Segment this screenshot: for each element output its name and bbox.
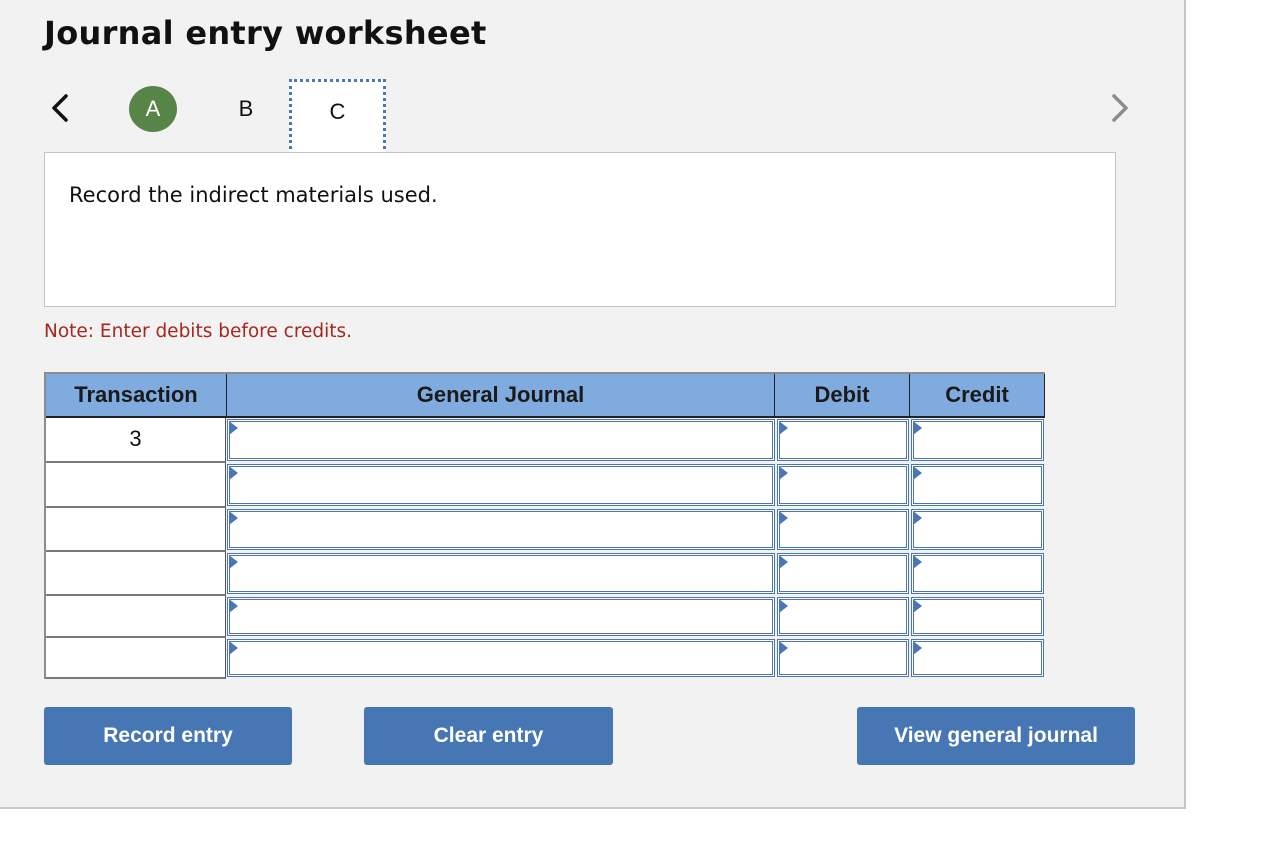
note-text: Note: Enter debits before credits. <box>44 321 353 342</box>
dropdown-marker-icon <box>913 641 922 655</box>
column-header-credit: Credit <box>910 374 1045 418</box>
transaction-cell <box>46 596 226 638</box>
step-tab-c[interactable]: C <box>289 79 386 156</box>
dropdown-marker-icon <box>779 599 788 613</box>
account-input[interactable] <box>227 464 775 506</box>
dropdown-marker-icon <box>779 641 788 655</box>
dropdown-marker-icon <box>229 466 238 480</box>
transaction-cell <box>46 638 226 679</box>
table-row <box>46 638 1045 679</box>
record-entry-button[interactable]: Record entry <box>44 707 292 765</box>
dropdown-marker-icon <box>229 511 238 525</box>
dropdown-marker-icon <box>779 466 788 480</box>
dropdown-marker-icon <box>779 555 788 569</box>
view-general-journal-button[interactable]: View general journal <box>857 707 1135 765</box>
dropdown-marker-icon <box>913 555 922 569</box>
worksheet-panel: Journal entry worksheet A B C Record the… <box>0 0 1186 809</box>
step-tab-b[interactable]: B <box>222 86 270 132</box>
chevron-left-icon <box>52 94 68 122</box>
credit-input[interactable] <box>911 464 1044 506</box>
table-row <box>46 508 1045 552</box>
journal-table: Transaction General Journal Debit Credit… <box>44 372 1045 679</box>
credit-input[interactable] <box>911 509 1044 550</box>
dropdown-marker-icon <box>229 641 238 655</box>
next-button[interactable] <box>1104 88 1134 128</box>
debit-input[interactable] <box>777 419 909 461</box>
account-input[interactable] <box>227 553 775 594</box>
dropdown-marker-icon <box>913 466 922 480</box>
table-row <box>46 552 1045 596</box>
previous-button[interactable] <box>46 88 76 128</box>
account-input[interactable] <box>227 597 775 636</box>
table-row <box>46 463 1045 508</box>
debit-input[interactable] <box>777 597 909 636</box>
instruction-box: Record the indirect materials used. <box>44 152 1116 307</box>
step-tab-a[interactable]: A <box>129 86 177 132</box>
debit-input[interactable] <box>777 639 909 677</box>
clear-entry-button[interactable]: Clear entry <box>364 707 613 765</box>
page-title: Journal entry worksheet <box>44 14 487 52</box>
transaction-cell <box>46 508 226 552</box>
dropdown-marker-icon <box>229 599 238 613</box>
column-header-general-journal: General Journal <box>227 374 775 418</box>
table-row: 3 <box>46 418 1045 463</box>
debit-input[interactable] <box>777 509 909 550</box>
account-input[interactable] <box>227 509 775 550</box>
dropdown-marker-icon <box>913 599 922 613</box>
debit-input[interactable] <box>777 464 909 506</box>
account-input[interactable] <box>227 639 775 677</box>
column-header-debit: Debit <box>775 374 910 418</box>
dropdown-marker-icon <box>913 511 922 525</box>
transaction-cell <box>46 552 226 596</box>
chevron-right-icon <box>1112 94 1128 122</box>
column-header-transaction: Transaction <box>46 374 227 418</box>
dropdown-marker-icon <box>229 555 238 569</box>
dropdown-marker-icon <box>779 511 788 525</box>
table-row <box>46 596 1045 638</box>
dropdown-marker-icon <box>779 421 788 435</box>
credit-input[interactable] <box>911 419 1044 461</box>
credit-input[interactable] <box>911 553 1044 594</box>
credit-input[interactable] <box>911 639 1044 677</box>
transaction-cell <box>46 463 226 508</box>
dropdown-marker-icon <box>913 421 922 435</box>
instruction-text: Record the indirect materials used. <box>69 183 438 207</box>
dropdown-marker-icon <box>229 421 238 435</box>
credit-input[interactable] <box>911 597 1044 636</box>
transaction-cell: 3 <box>46 418 226 463</box>
account-input[interactable] <box>227 419 775 461</box>
debit-input[interactable] <box>777 553 909 594</box>
